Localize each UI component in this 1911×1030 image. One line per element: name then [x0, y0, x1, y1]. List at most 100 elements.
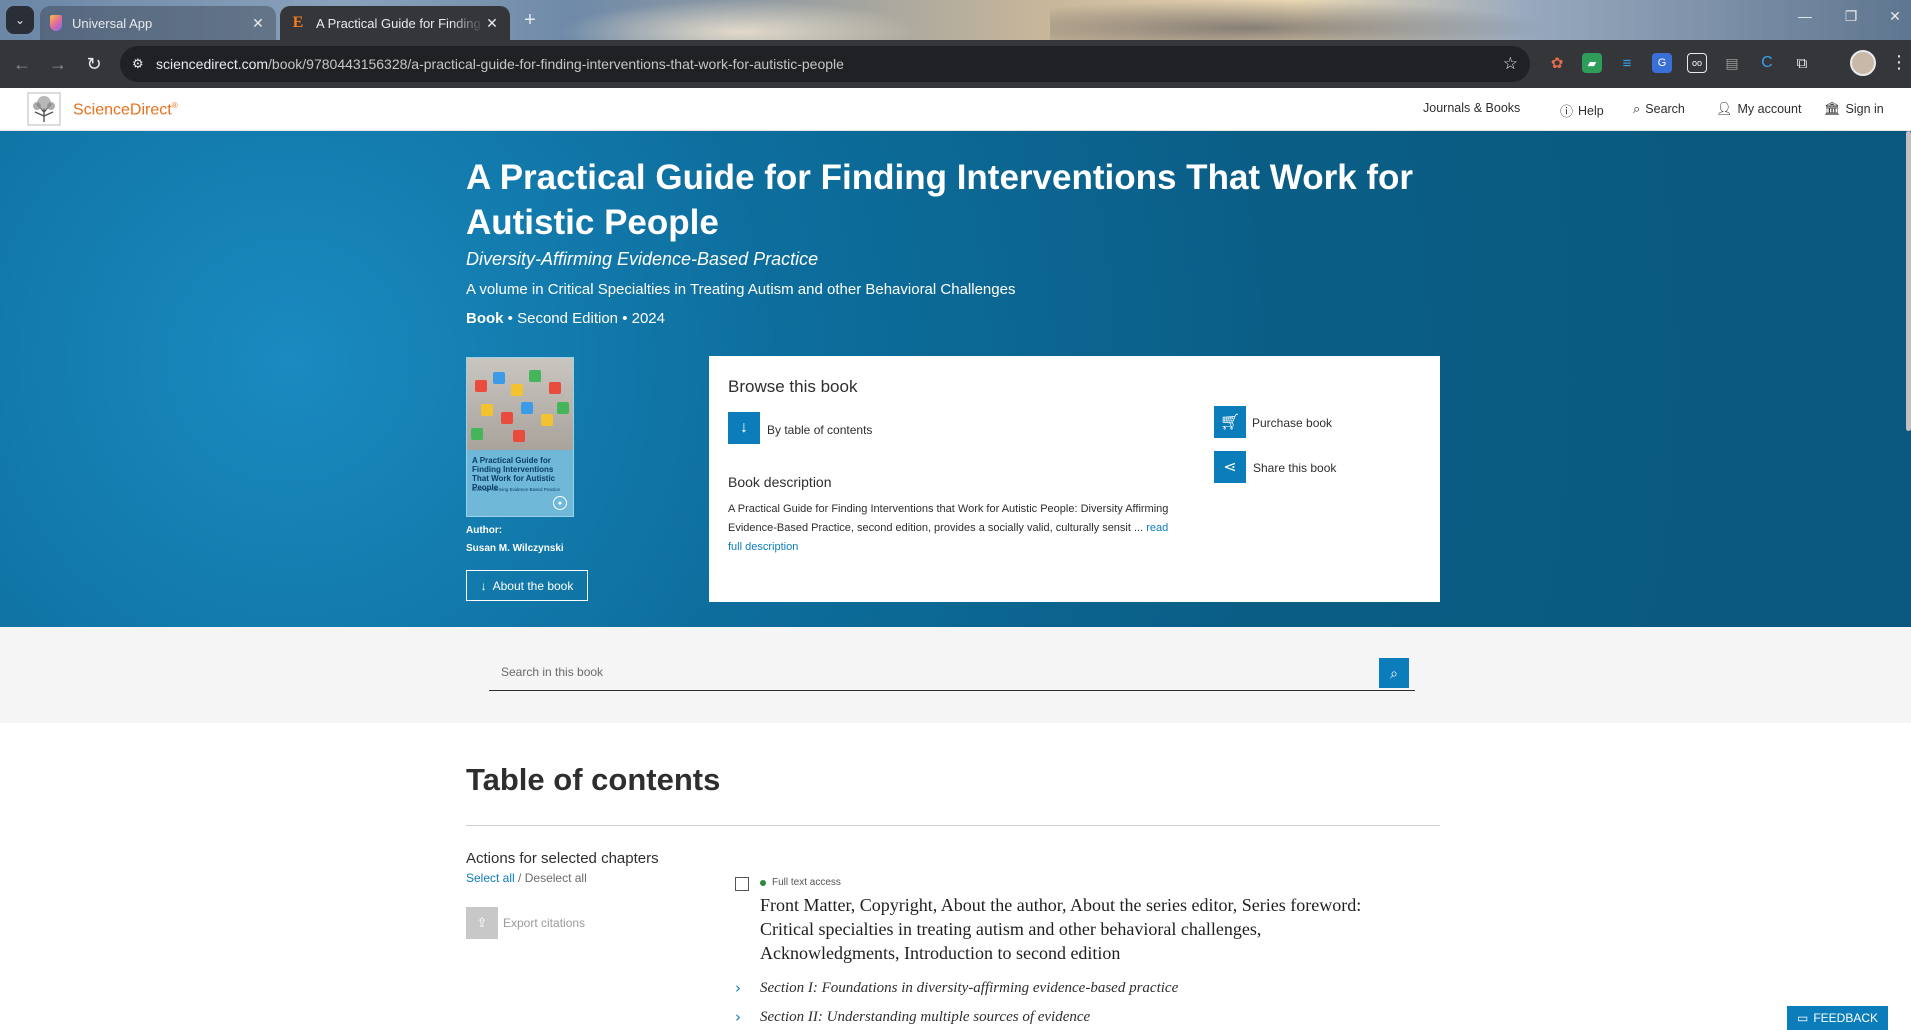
nav-my-account[interactable]: 👤︎ My account — [1716, 101, 1801, 117]
url-domain: sciencedirect.com — [156, 56, 269, 72]
translate-extension-icon[interactable]: G — [1652, 53, 1672, 73]
separator: / — [518, 871, 522, 885]
book-cover-image[interactable]: A Practical Guide for Finding Interventi… — [466, 357, 574, 517]
export-icon[interactable]: ⇪ — [466, 907, 498, 939]
minimize-icon[interactable]: — — [1790, 8, 1820, 24]
chevron-right-icon[interactable]: › — [735, 1008, 760, 1026]
sciencedirect-logo[interactable]: ScienceDirect® — [73, 101, 178, 119]
close-window-icon[interactable]: ✕ — [1880, 8, 1910, 25]
browse-heading: Browse this book — [728, 377, 858, 396]
chevron-right-icon[interactable]: › — [735, 979, 760, 997]
chapter-title-link[interactable]: Front Matter, Copyright, About the autho… — [760, 893, 1400, 965]
open-access-dot-icon — [760, 879, 766, 886]
cover-cube — [549, 382, 561, 394]
extension-icon[interactable]: ≡ — [1617, 53, 1637, 73]
browse-this-book-panel: Browse this book ↓ By table of contents … — [709, 356, 1440, 602]
cover-cube — [521, 402, 533, 414]
book-description: A Practical Guide for Finding Interventi… — [728, 500, 1178, 557]
extension-icon[interactable]: ✿ — [1547, 53, 1567, 73]
cover-cube — [475, 380, 487, 392]
tab-sciencedirect[interactable]: E A Practical Guide for Finding In ✕ — [280, 6, 510, 40]
reload-icon[interactable]: ↻ — [82, 52, 106, 76]
tab-search-button[interactable]: ⌄ — [6, 6, 34, 34]
deselect-all-link[interactable]: Deselect all — [525, 871, 587, 885]
actions-heading: Actions for selected chapters — [466, 850, 659, 867]
section-title: Section I: Foundations in diversity-affi… — [760, 979, 1179, 996]
theme-decoration — [1050, 0, 1550, 40]
chapter-checkbox[interactable] — [735, 877, 749, 891]
section-row[interactable]: › Section II: Understanding multiple sou… — [735, 1008, 1090, 1026]
search-submit-button[interactable]: ⌕ — [1379, 658, 1409, 688]
url-path: /book/9780443156328/a-practical-guide-fo… — [268, 56, 844, 72]
separator: • — [507, 310, 513, 327]
book-type: Book — [466, 310, 504, 327]
access-badge: Full text access — [760, 877, 841, 888]
site-header: ScienceDirect® Journals & Books ⓘ Help ⌕ S… — [0, 88, 1911, 131]
book-description-heading: Book description — [728, 474, 832, 490]
share-this-book-link[interactable]: Share this book — [1253, 461, 1336, 475]
publisher-logo-icon: ✦ — [553, 496, 567, 510]
select-all-link[interactable]: Select all — [466, 871, 515, 885]
nav-label: Search — [1645, 102, 1685, 116]
restore-icon[interactable]: ❐ — [1836, 8, 1866, 25]
logo-mark: ® — [171, 101, 178, 110]
separator: • — [622, 310, 628, 327]
access-label: Full text access — [772, 877, 841, 888]
book-meta: Book • Second Edition • 2024 — [466, 310, 665, 327]
theme-decoration — [560, 0, 920, 40]
book-subtitle: Diversity-Affirming Evidence-Based Pract… — [466, 249, 819, 269]
extensions-puzzle-icon[interactable]: ⧉ — [1792, 53, 1812, 73]
profile-avatar[interactable] — [1850, 50, 1876, 76]
user-icon: 👤︎ — [1716, 101, 1733, 116]
elsevier-tree-logo[interactable] — [27, 92, 61, 126]
book-title: A Practical Guide for Finding Interventi… — [466, 158, 1414, 242]
extension-icon[interactable]: oo — [1687, 53, 1707, 73]
book-year: 2024 — [631, 310, 665, 327]
about-the-book-button[interactable]: ↓ About the book — [466, 570, 588, 601]
share-icon[interactable]: ⋖ — [1214, 451, 1246, 483]
cover-cube — [513, 430, 525, 442]
close-tab-icon[interactable]: ✕ — [484, 15, 500, 32]
book-search-box: ⌕ — [489, 655, 1415, 691]
close-tab-icon[interactable]: ✕ — [250, 15, 266, 32]
logo-text: ScienceDirect — [73, 101, 172, 119]
nav-search[interactable]: ⌕ Search — [1633, 101, 1685, 117]
purchase-book-link[interactable]: Purchase book — [1252, 416, 1332, 430]
new-tab-button[interactable]: + — [518, 8, 542, 32]
site-info-icon[interactable]: ⚙ — [132, 56, 148, 72]
forward-icon[interactable]: → — [46, 52, 70, 76]
back-icon[interactable]: ← — [10, 52, 34, 76]
url-text: sciencedirect.com/book/9780443156328/a-p… — [156, 56, 844, 72]
section-row[interactable]: › Section I: Foundations in diversity-af… — [735, 979, 1178, 997]
arrow-down-icon[interactable]: ↓ — [728, 412, 760, 444]
cover-cube — [493, 372, 505, 384]
browser-menu-icon[interactable]: ⋮ — [1890, 52, 1908, 73]
table-of-contents-heading: Table of contents — [466, 762, 721, 797]
browser-tab-strip: ⌄ Universal App ✕ E A Practical Guide fo… — [0, 0, 1911, 40]
cover-cube — [471, 428, 483, 440]
nav-sign-in[interactable]: 🏛︎ Sign in — [1824, 101, 1884, 117]
nav-help[interactable]: ⓘ Help — [1560, 101, 1604, 120]
feedback-button[interactable]: ▭ FEEDBACK — [1787, 1006, 1888, 1030]
bookmark-star-icon[interactable]: ☆ — [1503, 54, 1518, 74]
nav-label: My account — [1737, 102, 1802, 116]
extension-icon[interactable]: ▰ — [1582, 53, 1602, 73]
section-title: Section II: Understanding multiple sourc… — [760, 1008, 1091, 1025]
page-scrollbar[interactable] — [1906, 131, 1911, 431]
extension-icon[interactable]: C — [1757, 53, 1777, 73]
browser-toolbar: ← → ↻ ⚙ sciencedirect.com/book/978044315… — [0, 40, 1911, 88]
export-citations-button[interactable]: Export citations — [503, 916, 585, 930]
book-edition: Second Edition — [517, 310, 619, 327]
cart-icon[interactable]: 🛒︎ — [1214, 406, 1246, 438]
tab-universal-app[interactable]: Universal App ✕ — [40, 6, 276, 40]
search-in-book-input[interactable] — [489, 655, 1369, 689]
cover-cube — [557, 402, 569, 414]
book-series-link[interactable]: A volume in Critical Specialties in Trea… — [466, 281, 1015, 298]
extension-icon[interactable]: ▤ — [1722, 53, 1742, 73]
chat-icon: ▭ — [1796, 1011, 1809, 1025]
nav-journals-books[interactable]: Journals & Books — [1423, 101, 1520, 115]
author-name-link[interactable]: Susan M. Wilczynski — [466, 543, 564, 554]
by-table-of-contents-link[interactable]: By table of contents — [767, 423, 872, 437]
address-bar[interactable]: ⚙ sciencedirect.com/book/9780443156328/a… — [120, 46, 1530, 82]
tab-title: A Practical Guide for Finding In — [316, 15, 484, 31]
